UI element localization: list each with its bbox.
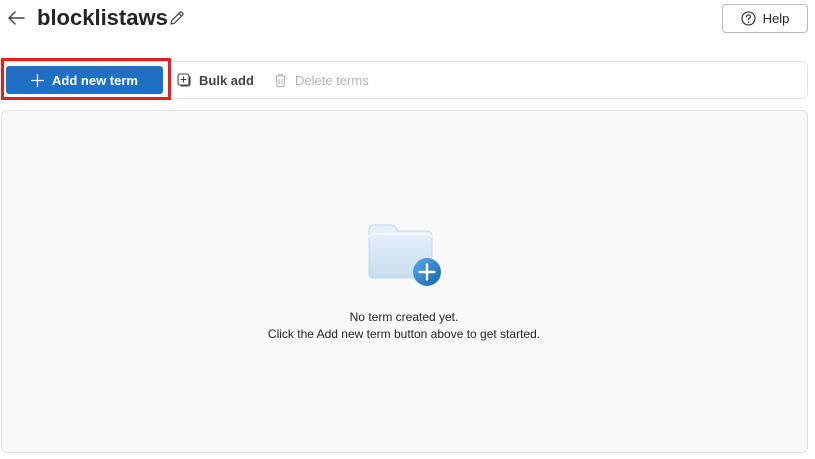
trash-icon — [275, 73, 286, 87]
pencil-icon — [170, 11, 184, 25]
bulk-add-button[interactable]: Bulk add — [177, 70, 254, 90]
help-button[interactable]: Help — [722, 4, 808, 33]
question-circle-icon — [741, 11, 756, 26]
empty-state-title: No term created yet. — [349, 310, 459, 324]
plus-icon — [31, 73, 45, 87]
back-button[interactable] — [6, 8, 26, 28]
page-title: blocklistaws — [37, 5, 168, 30]
help-label: Help — [762, 11, 790, 26]
bulk-add-label: Bulk add — [199, 72, 254, 88]
edit-title-button[interactable] — [168, 9, 186, 27]
add-square-icon — [177, 73, 191, 87]
add-new-term-button[interactable]: Add new term — [6, 66, 163, 94]
delete-terms-label: Delete terms — [295, 72, 369, 88]
arrow-left-icon — [7, 11, 25, 25]
empty-state-hint: Click the Add new term button above to g… — [267, 327, 541, 341]
delete-terms-button[interactable]: Delete terms — [274, 70, 369, 90]
folder-add-icon — [368, 224, 441, 286]
page-header: blocklistaws Help — [0, 0, 815, 40]
add-new-term-label: Add new term — [52, 72, 138, 88]
